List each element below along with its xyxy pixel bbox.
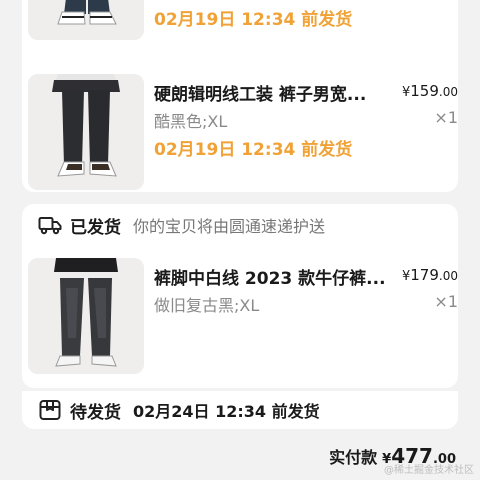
- product-quantity: ×1: [434, 108, 458, 127]
- product-spec: 酷黑色;XL: [154, 112, 228, 131]
- order-group-card: 02月19日 12:34 前发货 硬朗辑明线工装 裤子男宽... ¥159.00…: [22, 0, 458, 192]
- product-spec: 做旧复古黑;XL: [154, 296, 260, 315]
- shipping-description: 你的宝贝将由圆通速递护送: [133, 217, 326, 236]
- product-item[interactable]: 硬朗辑明线工装 裤子男宽... ¥159.00 酷黑色;XL ×1 02月19日…: [22, 74, 458, 190]
- product-quantity: ×1: [434, 292, 458, 311]
- product-image[interactable]: [28, 74, 144, 190]
- shipped-section-card: 已发货 你的宝贝将由圆通速递护送 裤脚中白线 2023 款牛仔裤... ¥179…: [22, 204, 458, 388]
- pending-label: 待发货: [70, 402, 121, 423]
- price-integer: 159: [410, 82, 439, 100]
- ship-time: 02月19日 12:34 前发货: [154, 10, 353, 30]
- price-integer: 179: [410, 266, 439, 284]
- product-title[interactable]: 裤脚中白线 2023 款牛仔裤...: [154, 264, 389, 289]
- product-price: ¥159.00: [402, 82, 458, 100]
- shipped-status-row[interactable]: 已发货 你的宝贝将由圆通速递护送: [38, 210, 325, 240]
- truck-icon: [38, 213, 62, 237]
- product-image[interactable]: [28, 258, 144, 374]
- product-item[interactable]: 02月19日 12:34 前发货: [22, 0, 458, 40]
- watermark: @稀土掘金技术社区: [384, 465, 474, 476]
- product-item[interactable]: 裤脚中白线 2023 款牛仔裤... ¥179.00 做旧复古黑;XL ×1: [22, 258, 458, 374]
- pending-ship-time: 02月24日 12:34 前发货: [133, 402, 320, 421]
- product-image[interactable]: [28, 0, 144, 40]
- product-title[interactable]: 硬朗辑明线工装 裤子男宽...: [154, 80, 389, 105]
- product-price: ¥179.00: [402, 266, 458, 284]
- price-decimal: .00: [438, 269, 458, 283]
- total-label: 实付款: [329, 448, 378, 467]
- shipped-label: 已发货: [70, 217, 121, 238]
- pending-section-card: 待发货 02月24日 12:34 前发货: [22, 391, 458, 429]
- box-icon: [38, 398, 62, 422]
- price-decimal: .00: [438, 85, 458, 99]
- pending-status-row[interactable]: 待发货 02月24日 12:34 前发货: [38, 395, 320, 425]
- ship-time: 02月19日 12:34 前发货: [154, 140, 353, 160]
